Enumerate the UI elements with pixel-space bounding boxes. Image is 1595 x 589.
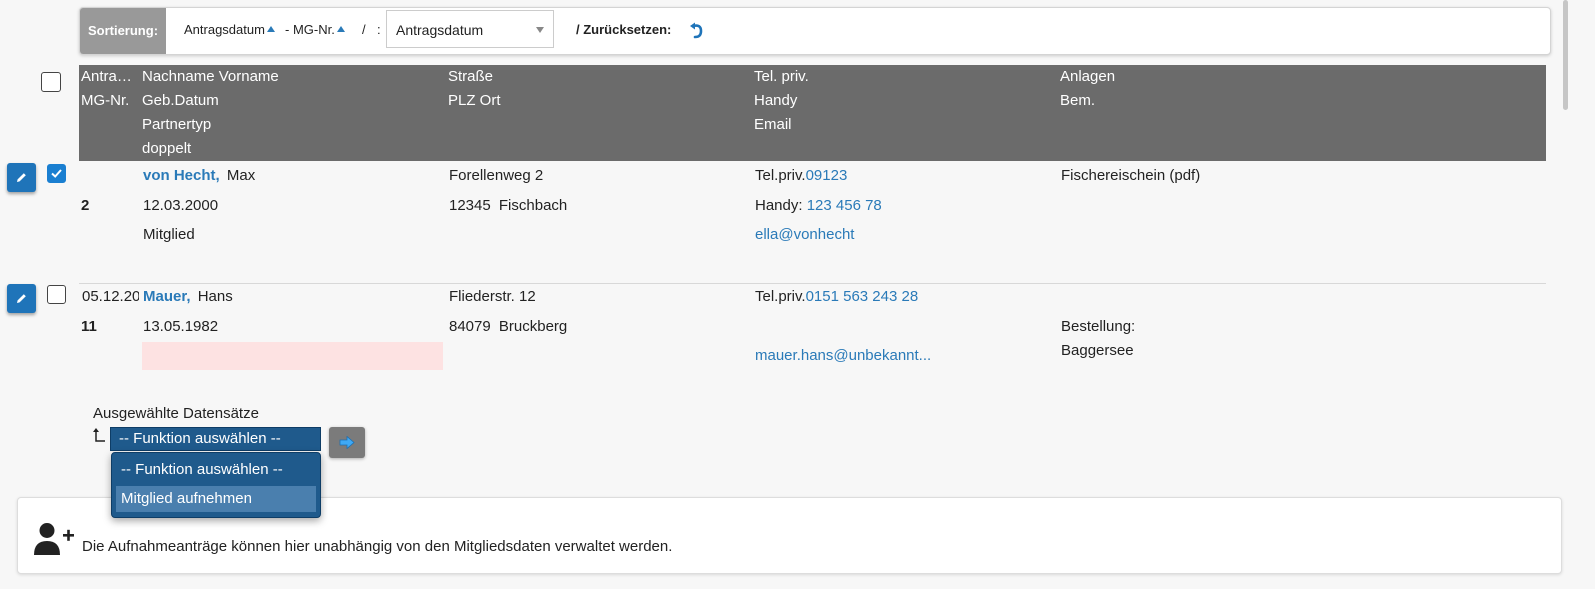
sort-asc-icon bbox=[336, 26, 345, 32]
partnertype-missing-field bbox=[142, 342, 443, 370]
header-tel[interactable]: Tel. priv. bbox=[754, 65, 809, 89]
header-partnertype[interactable]: Partnertyp bbox=[142, 113, 211, 137]
tel-label: Tel.priv. bbox=[755, 288, 806, 305]
corner-arrow-icon bbox=[93, 427, 107, 449]
remark-line2: Baggersee bbox=[1061, 342, 1134, 359]
sort-field-mgnr[interactable]: - MG-Nr. bbox=[285, 22, 345, 37]
sort-bar: Sortierung: Antragsdatum - MG-Nr. / : An… bbox=[79, 7, 1551, 55]
header-name[interactable]: Nachname Vorname bbox=[142, 65, 279, 89]
birthdate: 12.03.2000 bbox=[143, 197, 219, 214]
pencil-icon bbox=[17, 173, 26, 182]
arrow-right-icon bbox=[339, 436, 355, 449]
pencil-icon bbox=[17, 294, 26, 303]
header-street[interactable]: Straße bbox=[448, 65, 493, 89]
sort-select-value: Antragsdatum bbox=[396, 22, 484, 38]
attachment[interactable]: Fischereischein (pdf) bbox=[1061, 167, 1200, 184]
edit-button[interactable] bbox=[7, 284, 36, 313]
header-antragsdatum[interactable]: Antra… bbox=[81, 65, 132, 89]
scrollbar[interactable] bbox=[1563, 0, 1568, 110]
sort-field-antragsdatum[interactable]: Antragsdatum bbox=[184, 22, 275, 37]
chevron-down-icon bbox=[536, 27, 544, 33]
check-icon bbox=[51, 169, 62, 178]
sort-field-antragsdatum-label: Antragsdatum bbox=[184, 22, 265, 37]
header-email[interactable]: Email bbox=[754, 113, 792, 137]
lastname-link[interactable]: Mauer, bbox=[143, 288, 191, 305]
info-text: Die Aufnahmeanträge können hier unabhäng… bbox=[82, 538, 673, 555]
user-plus-icon bbox=[33, 522, 75, 560]
city: Bruckberg bbox=[498, 318, 568, 335]
row-checkbox[interactable] bbox=[47, 285, 66, 304]
lastname-link[interactable]: von Hecht, bbox=[143, 167, 220, 184]
header-attachments[interactable]: Anlagen bbox=[1060, 65, 1115, 89]
table-header: Antra… MG-Nr. Nachname Vorname Geb.Datum… bbox=[79, 65, 1546, 161]
remark-line1: Bestellung: bbox=[1061, 318, 1136, 335]
dropdown-option-add-member[interactable]: Mitglied aufnehmen bbox=[116, 486, 316, 512]
dropdown-option-default[interactable]: -- Funktion auswählen -- bbox=[121, 461, 283, 478]
header-handy[interactable]: Handy bbox=[754, 89, 797, 113]
execute-button[interactable] bbox=[329, 427, 365, 458]
street: Forellenweg 2 bbox=[449, 167, 544, 184]
birthdate: 13.05.1982 bbox=[143, 318, 219, 335]
select-all-checkbox[interactable] bbox=[41, 72, 61, 92]
tel-link[interactable]: 0151 563 243 28 bbox=[806, 288, 919, 305]
bulk-function-dropdown: -- Funktion auswählen -- Mitglied aufneh… bbox=[111, 452, 321, 518]
edit-button[interactable] bbox=[7, 163, 36, 192]
application-date: 05.12.20 bbox=[82, 288, 139, 305]
header-birthdate[interactable]: Geb.Datum bbox=[142, 89, 219, 113]
sort-colon: : bbox=[377, 22, 381, 37]
street: Fliederstr. 12 bbox=[449, 288, 536, 305]
firstname: Hans bbox=[197, 288, 233, 305]
reset-label: / Zurücksetzen: bbox=[576, 22, 672, 37]
reset-icon[interactable] bbox=[688, 22, 706, 40]
email-link[interactable]: mauer.hans@unbekannt... bbox=[755, 347, 931, 364]
header-duplicate[interactable]: doppelt bbox=[142, 137, 191, 161]
firstname: Max bbox=[226, 167, 256, 184]
header-mgnr[interactable]: MG-Nr. bbox=[81, 89, 129, 113]
handy-link[interactable]: 123 456 78 bbox=[807, 197, 882, 214]
mg-number: 11 bbox=[81, 318, 97, 335]
mg-number: 2 bbox=[81, 197, 90, 214]
zip: 12345 bbox=[449, 197, 491, 214]
tel-link[interactable]: 09123 bbox=[806, 167, 848, 184]
email-link[interactable]: ella@vonhecht bbox=[755, 226, 854, 243]
header-zip-city[interactable]: PLZ Ort bbox=[448, 89, 501, 113]
sort-asc-icon bbox=[266, 26, 275, 32]
city: Fischbach bbox=[498, 197, 568, 214]
sort-select[interactable]: Antragsdatum bbox=[386, 10, 554, 48]
row-checkbox[interactable] bbox=[47, 164, 66, 183]
sort-separator: / bbox=[362, 22, 366, 37]
zip: 84079 bbox=[449, 318, 491, 335]
bulk-function-select[interactable]: -- Funktion auswählen -- bbox=[110, 427, 321, 451]
handy-label: Handy: bbox=[755, 197, 803, 214]
row-divider bbox=[79, 283, 1546, 284]
partnertype: Mitglied bbox=[143, 226, 195, 243]
header-remarks[interactable]: Bem. bbox=[1060, 89, 1095, 113]
sort-label: Sortierung: bbox=[80, 8, 166, 54]
bulk-action-label: Ausgewählte Datensätze bbox=[93, 405, 259, 422]
tel-label: Tel.priv. bbox=[755, 167, 806, 184]
sort-field-mgnr-label: - MG-Nr. bbox=[285, 22, 335, 37]
